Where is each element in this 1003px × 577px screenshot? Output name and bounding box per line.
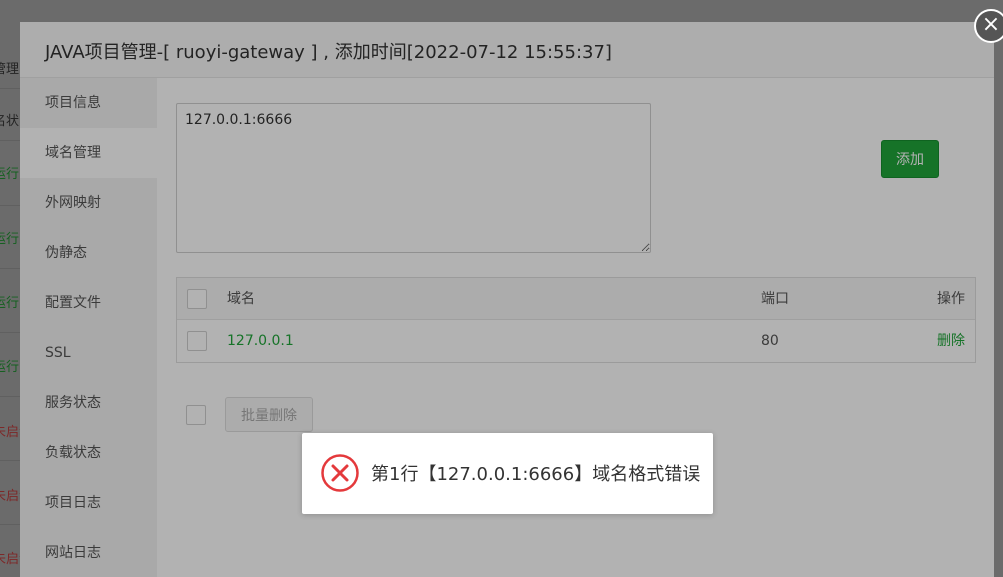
toast-message: 第1行【127.0.0.1:6666】域名格式错误 bbox=[371, 464, 701, 485]
error-circle-icon bbox=[321, 454, 359, 492]
error-toast: 第1行【127.0.0.1:6666】域名格式错误 bbox=[302, 433, 713, 514]
close-icon[interactable]: × bbox=[974, 9, 1003, 43]
